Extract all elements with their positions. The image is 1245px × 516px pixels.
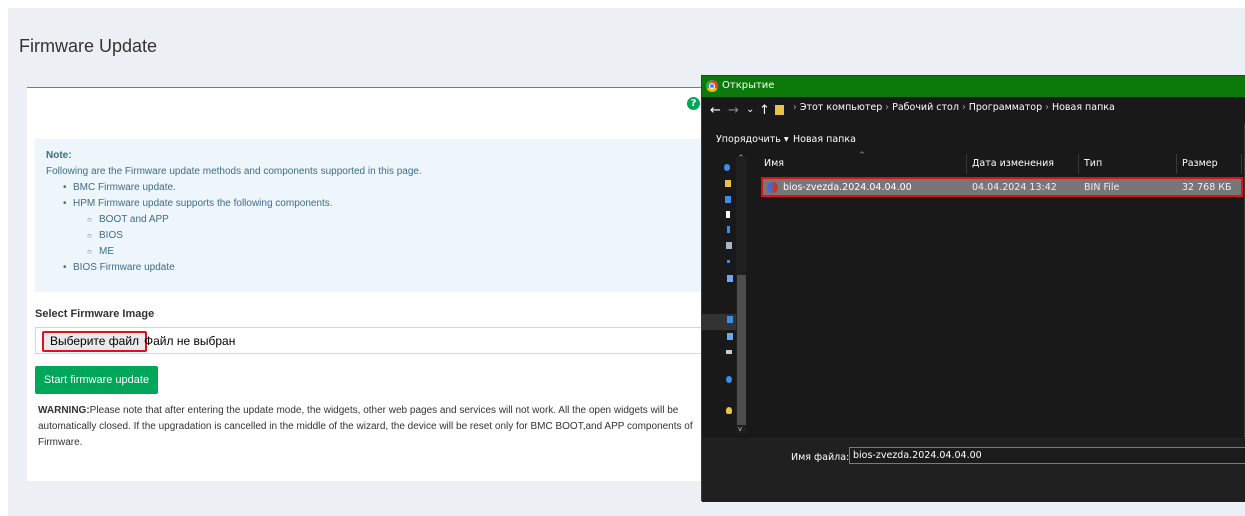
document-icon[interactable]	[726, 211, 730, 218]
recent-locations-chevron-icon[interactable]: ⌄	[746, 104, 754, 115]
file-list-item[interactable]: bios-zvezda.2024.04.04.00 04.04.2024 13:…	[761, 177, 1243, 197]
file-name: bios-zvezda.2024.04.04.00	[783, 182, 912, 193]
scrollbar-thumb[interactable]	[737, 275, 746, 425]
address-breadcrumb[interactable]: › Этот компьютер › Рабочий стол › Программато…	[790, 102, 1115, 113]
drive-icon[interactable]	[726, 350, 732, 354]
file-date: 04.04.2024 13:42	[972, 182, 1057, 193]
breadcrumb-separator-icon: ›	[793, 102, 797, 113]
back-arrow-icon[interactable]: ←	[710, 103, 721, 118]
column-size[interactable]: Размер	[1182, 158, 1218, 169]
file-input[interactable]: Выберите файл Файл не выбран	[35, 327, 745, 354]
organize-menu-button[interactable]: Упорядочить ▾	[716, 134, 789, 145]
dialog-title: Открытие	[722, 80, 775, 91]
filename-label: Имя файла:	[791, 452, 850, 463]
disk-icon[interactable]	[727, 275, 733, 282]
network-icon[interactable]	[727, 333, 733, 340]
dialog-toolbar: Упорядочить ▾ Новая папка	[702, 131, 1245, 149]
note-subitem-bios: BIOS	[46, 228, 745, 244]
column-divider[interactable]	[1176, 154, 1177, 174]
sort-arrow-icon: ^	[859, 151, 865, 159]
question-circle-icon[interactable]: ?	[687, 97, 700, 110]
page-title: Firmware Update	[19, 36, 158, 56]
folder-icon	[775, 105, 784, 115]
note-item-hpm: HPM Firmware update supports the followi…	[46, 196, 745, 212]
forward-arrow-icon[interactable]: →	[728, 103, 739, 118]
bin-file-icon	[767, 182, 778, 193]
pictures-icon[interactable]	[726, 242, 732, 249]
note-title: Note:	[46, 150, 72, 161]
cloud-icon[interactable]	[724, 164, 730, 171]
scroll-up-icon[interactable]: ^	[738, 154, 744, 162]
navigation-pane: ^ v	[702, 154, 747, 436]
file-size: 32 768 КБ	[1182, 182, 1232, 193]
note-item-bmc: BMC Firmware update.	[46, 180, 745, 196]
file-status-text: Файл не выбран	[144, 334, 236, 348]
warning-title: WARNING:	[38, 405, 90, 416]
linux-icon[interactable]	[726, 407, 732, 414]
note-list: BMC Firmware update. HPM Firmware update…	[46, 180, 745, 276]
breadcrumb-separator-icon: ›	[885, 102, 890, 113]
music-icon[interactable]	[727, 260, 730, 263]
breadcrumb-separator-icon: ›	[1045, 102, 1049, 113]
breadcrumb-this-pc[interactable]: Этот компьютер	[800, 102, 882, 113]
column-date-modified[interactable]: Дата изменения	[972, 158, 1054, 169]
file-type: BIN File	[1084, 182, 1120, 193]
note-subitem-boot-app: BOOT and APP	[46, 212, 745, 228]
downloads-icon[interactable]	[727, 226, 730, 233]
up-arrow-icon[interactable]: ↑	[759, 103, 770, 118]
start-firmware-update-button[interactable]: Start firmware update	[35, 366, 158, 394]
desktop-icon[interactable]	[725, 196, 731, 203]
dialog-titlebar[interactable]: Открытие	[702, 76, 1245, 97]
column-type[interactable]: Тип	[1084, 158, 1102, 169]
note-panel: Note: Following are the Firmware update …	[35, 139, 745, 292]
dropbox-icon[interactable]	[726, 376, 732, 383]
breadcrumb-programmer[interactable]: Программатор	[969, 102, 1042, 113]
scroll-down-icon[interactable]: v	[738, 425, 742, 433]
select-firmware-label: Select Firmware Image	[35, 308, 155, 320]
file-list-header: Имя ^ Дата изменения Тип Размер	[748, 151, 1245, 175]
column-divider[interactable]	[1241, 154, 1242, 174]
filename-input[interactable]: bios-zvezda.2024.04.04.00	[849, 447, 1245, 464]
column-name[interactable]: Имя	[764, 158, 784, 169]
folder-icon[interactable]	[725, 180, 731, 187]
note-intro: Following are the Firmware update method…	[46, 166, 422, 177]
navigation-bar: ← → ⌄ ↑ › Этот компьютер › Рабочий стол › Про…	[702, 98, 1245, 124]
file-open-dialog: Открытие ← → ⌄ ↑ › Этот компьютер › Рабочий…	[701, 75, 1245, 502]
warning-text: WARNING:Please note that after entering …	[38, 403, 698, 451]
warning-body: Please note that after entering the upda…	[38, 405, 693, 448]
this-pc-icon[interactable]	[727, 316, 733, 323]
column-divider[interactable]	[966, 154, 967, 174]
note-subitem-me: ME	[46, 244, 745, 260]
breadcrumb-separator-icon: ›	[961, 102, 966, 113]
breadcrumb-new-folder[interactable]: Новая папка	[1052, 102, 1115, 113]
choose-file-button[interactable]: Выберите файл	[42, 331, 148, 352]
breadcrumb-desktop[interactable]: Рабочий стол	[892, 102, 959, 113]
new-folder-button[interactable]: Новая папка	[793, 134, 856, 145]
note-item-bios: BIOS Firmware update	[46, 260, 745, 276]
column-divider[interactable]	[1078, 154, 1079, 174]
dialog-bottom-panel: Имя файла: bios-zvezda.2024.04.04.00	[702, 438, 1245, 502]
chrome-icon	[706, 80, 718, 92]
